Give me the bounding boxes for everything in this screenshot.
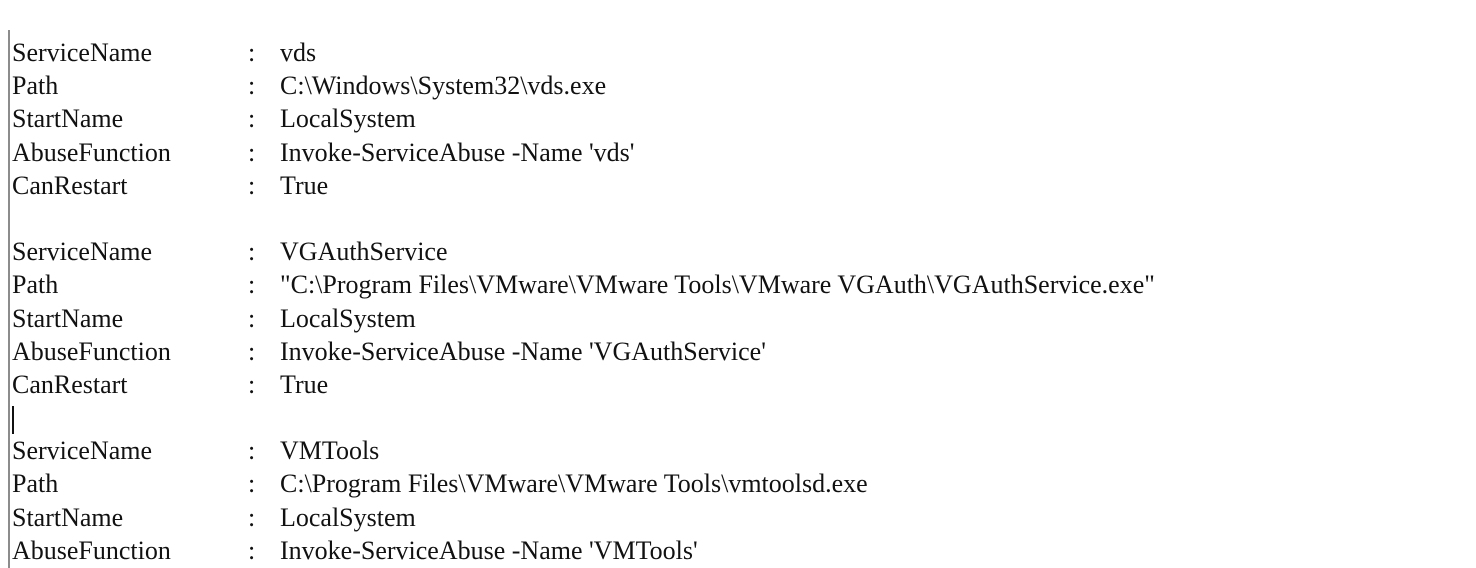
property-separator: :	[248, 170, 256, 200]
property-key: Path	[12, 270, 59, 300]
property-key: ServiceName	[12, 436, 153, 466]
console-body: ServiceName: vds Path: C:\Windows\System32…	[10, 30, 1470, 567]
property-separator: :	[248, 137, 256, 167]
property-value: Invoke-ServiceAbuse -Name 'VMTools'	[280, 535, 698, 565]
property-key: AbuseFunction	[12, 137, 171, 167]
property-key: AbuseFunction	[12, 336, 171, 366]
console-line: ServiceName: vds	[12, 36, 1470, 69]
property-separator: :	[248, 38, 256, 67]
console-line: Path: C:\Windows\System32\vds.exe	[12, 69, 1470, 102]
property-key: StartName	[12, 104, 124, 134]
console-line: AbuseFunction: Invoke-ServiceAbuse -Name …	[12, 136, 1470, 169]
console-line: CanRestart: True	[12, 169, 1470, 202]
property-value: C:\Windows\System32\vds.exe	[280, 71, 607, 101]
property-key: AbuseFunction	[12, 535, 171, 565]
console-line: ServiceName: VMTools	[12, 434, 1470, 467]
property-value: VGAuthService	[280, 237, 448, 267]
blank-line	[12, 401, 1470, 435]
property-key: StartName	[12, 303, 124, 333]
console-line: StartName: LocalSystem	[12, 302, 1470, 335]
property-separator: :	[248, 535, 256, 565]
property-key: ServiceName	[12, 237, 153, 267]
property-value: "C:\Program Files\VMware\VMware Tools\VM…	[280, 270, 1155, 300]
property-key: ServiceName	[12, 38, 153, 67]
property-key: Path	[12, 469, 59, 499]
heading-strip	[0, 0, 700, 8]
console-output[interactable]: ServiceName: vds Path: C:\Windows\System32…	[8, 30, 1470, 568]
property-value: Invoke-ServiceAbuse -Name 'VGAuthService…	[280, 336, 766, 366]
property-value: LocalSystem	[280, 104, 416, 134]
property-value: Invoke-ServiceAbuse -Name 'vds'	[280, 137, 635, 167]
console-line: Path: C:\Program Files\VMware\VMware Tool…	[12, 467, 1470, 500]
property-key: StartName	[12, 502, 124, 532]
console-line: CanRestart: True	[12, 368, 1470, 401]
property-separator: :	[248, 369, 256, 399]
property-separator: :	[248, 104, 256, 134]
console-line: Path: "C:\Program Files\VMware\VMware Too…	[12, 268, 1470, 301]
property-value: VMTools	[280, 436, 380, 466]
property-separator: :	[248, 270, 256, 300]
property-value: C:\Program Files\VMware\VMware Tools\vmt…	[280, 469, 868, 499]
property-value: vds	[280, 38, 317, 67]
property-separator: :	[248, 237, 256, 267]
screenshot-page: ServiceName: vds Path: C:\Windows\System32…	[0, 0, 1476, 568]
property-separator: :	[248, 502, 256, 532]
property-value: True	[280, 170, 329, 200]
console-line: StartName: LocalSystem	[12, 102, 1470, 135]
console-line: AbuseFunction: Invoke-ServiceAbuse -Name …	[12, 534, 1470, 567]
text-caret	[12, 406, 14, 435]
property-value: True	[280, 369, 329, 399]
console-line: ServiceName: VGAuthService	[12, 235, 1470, 268]
property-value: LocalSystem	[280, 303, 416, 333]
property-separator: :	[248, 336, 256, 366]
property-separator: :	[248, 436, 256, 466]
console-line: StartName: LocalSystem	[12, 501, 1470, 534]
property-key: CanRestart	[12, 170, 128, 200]
property-key: Path	[12, 71, 59, 101]
property-separator: :	[248, 71, 256, 101]
console-line: AbuseFunction: Invoke-ServiceAbuse -Name …	[12, 335, 1470, 368]
property-value: LocalSystem	[280, 502, 416, 532]
property-key: CanRestart	[12, 369, 128, 399]
property-separator: :	[248, 303, 256, 333]
property-separator: :	[248, 469, 256, 499]
